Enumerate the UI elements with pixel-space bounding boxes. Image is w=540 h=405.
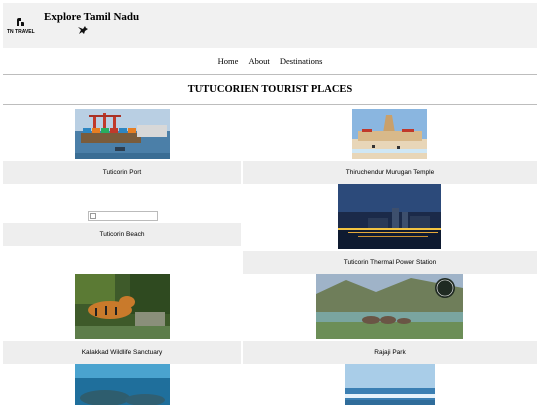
caption-thermal-power-station[interactable]: Tuticorin Thermal Power Station: [243, 251, 537, 274]
thermal-power-station-photo[interactable]: [338, 184, 441, 249]
caption-thiruchendur-temple[interactable]: Thiruchendur Murugan Temple: [243, 161, 537, 184]
divider-top: [3, 74, 537, 75]
seashore-photo[interactable]: [345, 364, 435, 405]
site-title: Explore Tamil Nadu: [44, 11, 140, 23]
kalakkad-sanctuary-photo[interactable]: [75, 274, 170, 339]
logo-icon: [17, 18, 24, 26]
rajaji-park-photo[interactable]: [316, 274, 463, 339]
logo-text: TN TRAVEL: [7, 29, 35, 35]
thiruchendur-temple-photo[interactable]: [352, 109, 427, 159]
bird-icon: [78, 26, 88, 34]
site-header: TN TRAVEL Explore Tamil Nadu: [3, 3, 537, 48]
caption-rajaji-park[interactable]: Rajaji Park: [243, 341, 537, 364]
divider-bottom: [3, 104, 537, 105]
caption-tuticorin-beach[interactable]: Tuticorin Beach: [3, 223, 241, 246]
tuticorin-port-photo[interactable]: [75, 109, 170, 159]
caption-tuticorin-port[interactable]: Tuticorin Port: [3, 161, 241, 184]
main-nav: Home About Destinations: [0, 56, 540, 66]
caption-kalakkad-sanctuary[interactable]: Kalakkad Wildlife Sanctuary: [3, 341, 241, 364]
underwater-photo[interactable]: [75, 364, 170, 405]
nav-destinations[interactable]: Destinations: [280, 56, 323, 66]
tuticorin-beach-broken-image[interactable]: [88, 211, 158, 221]
tn-travel-logo[interactable]: TN TRAVEL: [7, 17, 35, 39]
broken-image-icon: [90, 213, 96, 219]
page-title: TUTUCORIEN TOURIST PLACES: [187, 84, 353, 95]
nav-home[interactable]: Home: [218, 56, 239, 66]
nav-about[interactable]: About: [249, 56, 270, 66]
